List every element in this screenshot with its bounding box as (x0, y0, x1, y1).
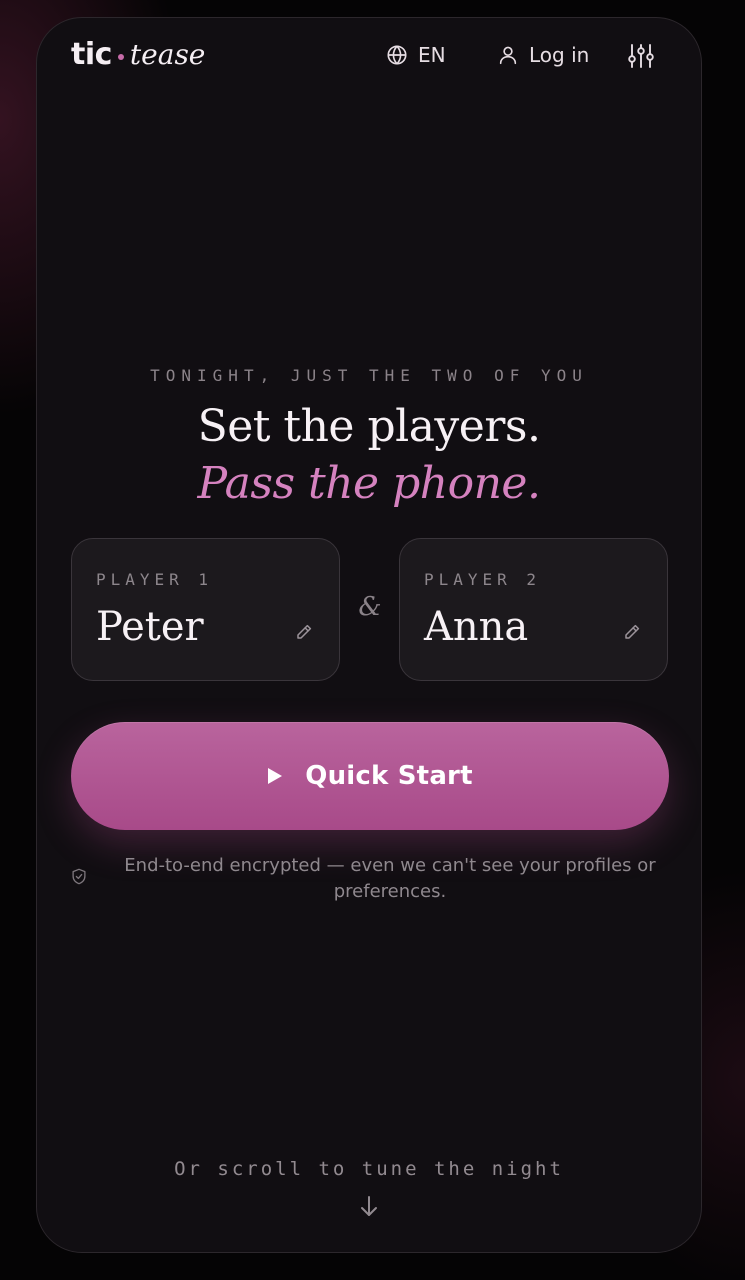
shield-icon (72, 868, 86, 885)
login-button[interactable]: Log in (497, 43, 589, 67)
hero-eyebrow: TONIGHT, JUST THE TWO OF YOU (150, 366, 588, 385)
scroll-hint: Or scroll to tune the night (174, 1158, 564, 1180)
player-2-label: PLAYER 2 (424, 570, 542, 589)
logo-dot (117, 53, 124, 60)
player-2-name: Anna (424, 604, 529, 650)
login-label: Log in (529, 43, 590, 67)
globe-icon (387, 45, 407, 65)
app-screen: tic tease EN Log in TONIGHT, JUST THE TW… (36, 17, 702, 1253)
arrow-down-icon[interactable] (359, 1195, 379, 1217)
pencil-icon[interactable] (295, 623, 313, 641)
player-1-field[interactable]: PLAYER 1 Peter (71, 538, 340, 681)
top-bar: tic tease EN Log in (37, 18, 701, 98)
player-1-name: Peter (96, 604, 204, 650)
language-button[interactable]: EN (386, 43, 446, 67)
quick-start-label: Quick Start (305, 761, 473, 791)
logo-secondary-text: tease (129, 38, 206, 71)
sliders-icon[interactable] (627, 42, 655, 70)
hero-subheadline: Pass the phone. (197, 458, 541, 509)
user-icon (499, 46, 517, 65)
quick-start-button[interactable]: Quick Start (71, 722, 669, 830)
player-2-field[interactable]: PLAYER 2 Anna (399, 538, 668, 681)
play-icon (268, 768, 283, 784)
player-1-label: PLAYER 1 (96, 570, 214, 589)
hero-headline: Set the players. (197, 401, 541, 452)
brand-logo[interactable]: tic tease (71, 37, 205, 72)
language-label: EN (418, 43, 446, 67)
logo-primary-text: tic (71, 37, 112, 72)
players-connector: & (358, 592, 382, 622)
privacy-text: End-to-end encrypted — even we can't see… (124, 855, 656, 902)
pencil-icon[interactable] (623, 623, 641, 641)
